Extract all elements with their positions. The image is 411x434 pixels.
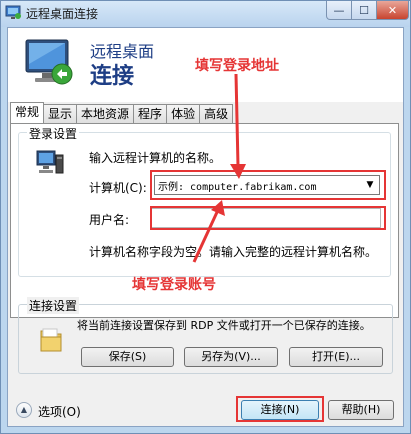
tab-local-resources[interactable]: 本地资源	[76, 104, 135, 123]
help-button[interactable]: 帮助(H)	[328, 400, 394, 420]
chevron-up-icon[interactable]: ▲	[16, 402, 32, 418]
dialog-body: 远程桌面 连接 填写登录地址 常规 显示 本地资源 程序 体验 高级 登录设置	[7, 27, 404, 427]
folder-icon	[39, 325, 63, 353]
options-label: 选项(O)	[38, 405, 81, 419]
highlight-username-field	[150, 206, 386, 230]
maximize-button[interactable]: ☐	[351, 1, 377, 20]
highlight-computer-field	[150, 170, 386, 200]
connection-settings-group: 连接设置 将当前连接设置保存到 RDP 文件或打开一个已保存的连接。 保存(S)…	[18, 297, 393, 374]
tab-advanced[interactable]: 高级	[199, 104, 234, 123]
tab-programs[interactable]: 程序	[133, 104, 168, 123]
window-title: 远程桌面连接	[26, 7, 99, 21]
close-button[interactable]: ✕	[376, 1, 409, 20]
remote-desktop-window: 远程桌面连接 — ☐ ✕ 远程桌面 连接 填写登录地址 常规 显示 本地资源 程…	[0, 0, 411, 434]
tab-experience[interactable]: 体验	[166, 104, 201, 123]
minimize-button[interactable]: —	[326, 1, 352, 20]
login-settings-label: 登录设置	[27, 125, 80, 142]
username-field-label: 用户名:	[89, 213, 130, 227]
tab-strip: 常规 显示 本地资源 程序 体验 高级	[10, 102, 234, 123]
login-prompt-text: 输入远程计算机的名称。	[89, 151, 222, 165]
connection-description: 将当前连接设置保存到 RDP 文件或打开一个已保存的连接。	[77, 319, 371, 332]
computer-icon	[35, 149, 65, 177]
title-bar[interactable]: 远程桌面连接 — ☐ ✕	[1, 1, 410, 27]
save-as-button[interactable]: 另存为(V)...	[184, 347, 278, 367]
tab-general[interactable]: 常规	[10, 102, 45, 123]
tab-display[interactable]: 显示	[43, 104, 78, 123]
save-button[interactable]: 保存(S)	[81, 347, 174, 367]
computer-field-label: 计算机(C):	[89, 181, 147, 195]
connect-button[interactable]: 连接(N)	[241, 400, 319, 420]
annotation-login-account: 填写登录账号	[132, 277, 216, 293]
remote-desktop-icon	[5, 5, 22, 21]
annotation-login-address: 填写登录地址	[195, 58, 279, 74]
login-settings-group: 登录设置 输入远程计算机的名称。 计算机(C): 示例: computer.fa…	[18, 125, 391, 277]
connection-settings-label: 连接设置	[27, 297, 80, 314]
header-banner: 远程桌面 连接 填写登录地址	[8, 28, 403, 102]
header-subtitle: 连接	[90, 64, 135, 89]
computer-empty-warning: 计算机名称字段为空。请输入完整的远程计算机名称。	[89, 245, 378, 259]
monitor-connection-icon	[22, 36, 78, 92]
open-button[interactable]: 打开(E)...	[289, 347, 383, 367]
